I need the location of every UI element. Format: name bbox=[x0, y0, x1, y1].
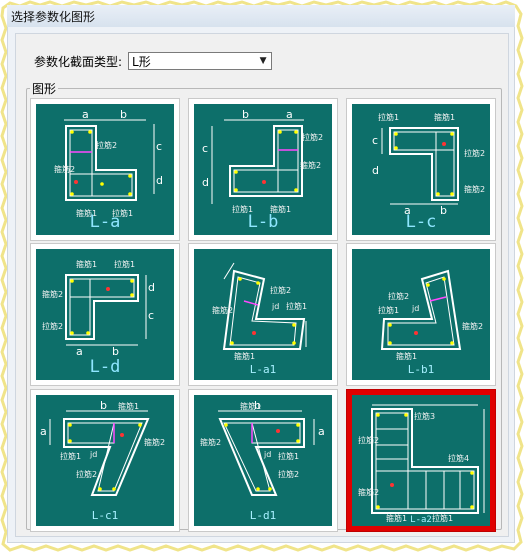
dim-c: c bbox=[156, 140, 162, 153]
jd-label: jd bbox=[89, 450, 97, 459]
tie-2-label: 拉筋2 bbox=[270, 285, 291, 295]
tie-2-label: 拉筋2 bbox=[302, 132, 323, 142]
stirrup-2-label: 箍筋2 bbox=[42, 289, 63, 299]
tie-1-label: 拉筋1 bbox=[286, 301, 307, 311]
dialog-window: 选择参数化图形 参数化截面类型: L形 ▼ 图形 a b c d 拉筋2 拉筋1… bbox=[7, 5, 515, 543]
shape-preview: b a 箍筋1 箍筋2 拉筋1 jd 拉筋2 L-c1 bbox=[36, 395, 174, 526]
stirrup-1-label: 箍筋1 bbox=[118, 401, 139, 411]
shape-tile-l-c1[interactable]: b a 箍筋1 箍筋2 拉筋1 jd 拉筋2 L-c1 bbox=[30, 389, 180, 532]
tie-2-label: 拉筋2 bbox=[388, 291, 409, 301]
l-a2-drawing: 拉筋2 拉筋3 拉筋4 箍筋2 箍筋1 拉筋1 bbox=[358, 404, 485, 523]
tile-caption: L-b1 bbox=[407, 363, 435, 376]
dim-d: d bbox=[202, 176, 209, 189]
shape-preview: 拉筋1 箍筋1 拉筋2 箍筋2 a b c d L-c bbox=[352, 104, 490, 235]
dim-a: a bbox=[82, 108, 89, 121]
shape-preview: 拉筋2 拉筋1 箍筋2 箍筋1 jd L-b1 bbox=[352, 249, 490, 380]
window-title: 选择参数化图形 bbox=[11, 10, 96, 24]
stirrup-2-label: 箍筋2 bbox=[464, 184, 485, 194]
tie-1-label: 拉筋1 bbox=[114, 259, 135, 269]
dim-c: c bbox=[372, 134, 378, 147]
shape-tile-l-d[interactable]: 箍筋1 拉筋1 箍筋2 拉筋2 a b c d L-d bbox=[30, 243, 180, 386]
tie-2-label: 拉筋2 bbox=[278, 469, 299, 479]
shape-tile-l-d1[interactable]: b a 箍筋1 箍筋2 拉筋1 jd 拉筋2 L-d1 bbox=[188, 389, 338, 532]
tile-caption: L-c1 bbox=[91, 509, 119, 522]
dim-a: a bbox=[318, 425, 325, 438]
dim-c: c bbox=[148, 309, 154, 322]
tie-4-label: 拉筋4 bbox=[448, 453, 469, 463]
l-d1-drawing: b a 箍筋1 箍筋2 拉筋1 jd 拉筋2 bbox=[200, 399, 325, 496]
stirrup-2-label: 箍筋2 bbox=[200, 437, 221, 447]
l-a1-drawing: 拉筋2 拉筋1 箍筋2 箍筋1 jd bbox=[212, 262, 307, 361]
dim-b: b bbox=[120, 108, 127, 121]
stirrup-2-label: 箍筋2 bbox=[300, 160, 321, 170]
stirrup-2-label: 箍筋2 bbox=[358, 487, 379, 497]
stirrup-1-label: 箍筋1 bbox=[240, 401, 261, 411]
dialog-body: 参数化截面类型: L形 ▼ 图形 a b c d 拉筋2 拉筋1 箍筋2 箍筋1… bbox=[15, 33, 509, 537]
tie-2-label: 拉筋2 bbox=[358, 435, 379, 445]
dim-d: d bbox=[156, 174, 163, 187]
tie-1-label: 拉筋1 bbox=[378, 112, 399, 122]
tie-2-label: 拉筋2 bbox=[42, 321, 63, 331]
stirrup-2-label: 箍筋2 bbox=[212, 305, 233, 315]
tie-2-label: 拉筋2 bbox=[96, 140, 117, 150]
jd-label: jd bbox=[271, 302, 279, 311]
dim-b: b bbox=[242, 108, 249, 121]
shape-preview: 拉筋2 拉筋3 拉筋4 箍筋2 箍筋1 拉筋1 L-a2 bbox=[352, 395, 490, 526]
stirrup-1-label: 箍筋1 bbox=[434, 112, 455, 122]
stirrup-2-label: 箍筋2 bbox=[462, 321, 483, 331]
section-type-select[interactable]: L形 ▼ bbox=[128, 52, 273, 70]
l-c1-drawing: b a 箍筋1 箍筋2 拉筋1 jd 拉筋2 bbox=[40, 399, 165, 496]
dim-c: c bbox=[202, 142, 208, 155]
shape-preview: a b c d 拉筋2 拉筋1 箍筋2 箍筋1 L-a bbox=[36, 104, 174, 235]
title-bar: 选择参数化图形 bbox=[7, 5, 515, 27]
l-b1-drawing: 拉筋2 拉筋1 箍筋2 箍筋1 jd bbox=[378, 269, 483, 361]
stirrup-1-label: 箍筋1 bbox=[234, 351, 255, 361]
chevron-down-icon[interactable]: ▼ bbox=[255, 53, 271, 69]
tie-2-label: 拉筋2 bbox=[76, 469, 97, 479]
stirrup-2-label: 箍筋2 bbox=[144, 437, 165, 447]
jd-label: jd bbox=[411, 304, 419, 313]
section-type-row: 参数化截面类型: L形 ▼ bbox=[34, 50, 273, 72]
shape-preview: 拉筋2 拉筋1 箍筋2 箍筋1 jd L-a1 bbox=[194, 249, 332, 380]
shape-tile-l-a2[interactable]: 拉筋2 拉筋3 拉筋4 箍筋2 箍筋1 拉筋1 L-a2 bbox=[346, 389, 496, 532]
tile-caption: L-a bbox=[89, 212, 121, 232]
shape-preview: b a 箍筋1 箍筋2 拉筋1 jd 拉筋2 L-d1 bbox=[194, 395, 332, 526]
jd-label: jd bbox=[263, 450, 271, 459]
tile-caption: L-c bbox=[405, 212, 437, 232]
tie-2-label: 拉筋2 bbox=[464, 148, 485, 158]
shape-tile-l-a[interactable]: a b c d 拉筋2 拉筋1 箍筋2 箍筋1 L-a bbox=[30, 98, 180, 241]
shape-preview: b a c d 拉筋2 箍筋2 拉筋1 箍筋1 L-b bbox=[194, 104, 332, 235]
dim-d: d bbox=[148, 281, 155, 294]
shape-group-label: 图形 bbox=[30, 80, 59, 97]
tie-1-label: 拉筋1 bbox=[278, 451, 299, 461]
section-type-label: 参数化截面类型: bbox=[34, 54, 123, 69]
tie-1-label: 拉筋1 bbox=[378, 305, 399, 315]
tie-3-label: 拉筋3 bbox=[414, 411, 435, 421]
tile-caption: L-a1 bbox=[249, 363, 277, 376]
dim-d: d bbox=[372, 164, 379, 177]
stirrup-2-label: 箍筋2 bbox=[54, 164, 75, 174]
dim-b: b bbox=[100, 399, 107, 412]
tile-caption: L-b bbox=[247, 212, 279, 232]
tile-caption: L-a2 bbox=[410, 515, 432, 525]
shape-tile-l-b1[interactable]: 拉筋2 拉筋1 箍筋2 箍筋1 jd L-b1 bbox=[346, 243, 496, 386]
tile-caption: L-d1 bbox=[249, 509, 277, 522]
stirrup-1-label: 箍筋1 bbox=[396, 351, 417, 361]
tie-1-label: 拉筋1 bbox=[60, 451, 81, 461]
shape-tile-l-a1[interactable]: 拉筋2 拉筋1 箍筋2 箍筋1 jd L-a1 bbox=[188, 243, 338, 386]
stirrup-1-label: 箍筋1 bbox=[76, 259, 97, 269]
dim-a: a bbox=[40, 425, 47, 438]
shape-preview: 箍筋1 拉筋1 箍筋2 拉筋2 a b c d L-d bbox=[36, 249, 174, 380]
section-type-value: L形 bbox=[132, 54, 151, 69]
shape-tile-l-c[interactable]: 拉筋1 箍筋1 拉筋2 箍筋2 a b c d L-c bbox=[346, 98, 496, 241]
dim-a: a bbox=[286, 108, 293, 121]
shape-tile-l-b[interactable]: b a c d 拉筋2 箍筋2 拉筋1 箍筋1 L-b bbox=[188, 98, 338, 241]
tile-caption: L-d bbox=[89, 357, 121, 377]
